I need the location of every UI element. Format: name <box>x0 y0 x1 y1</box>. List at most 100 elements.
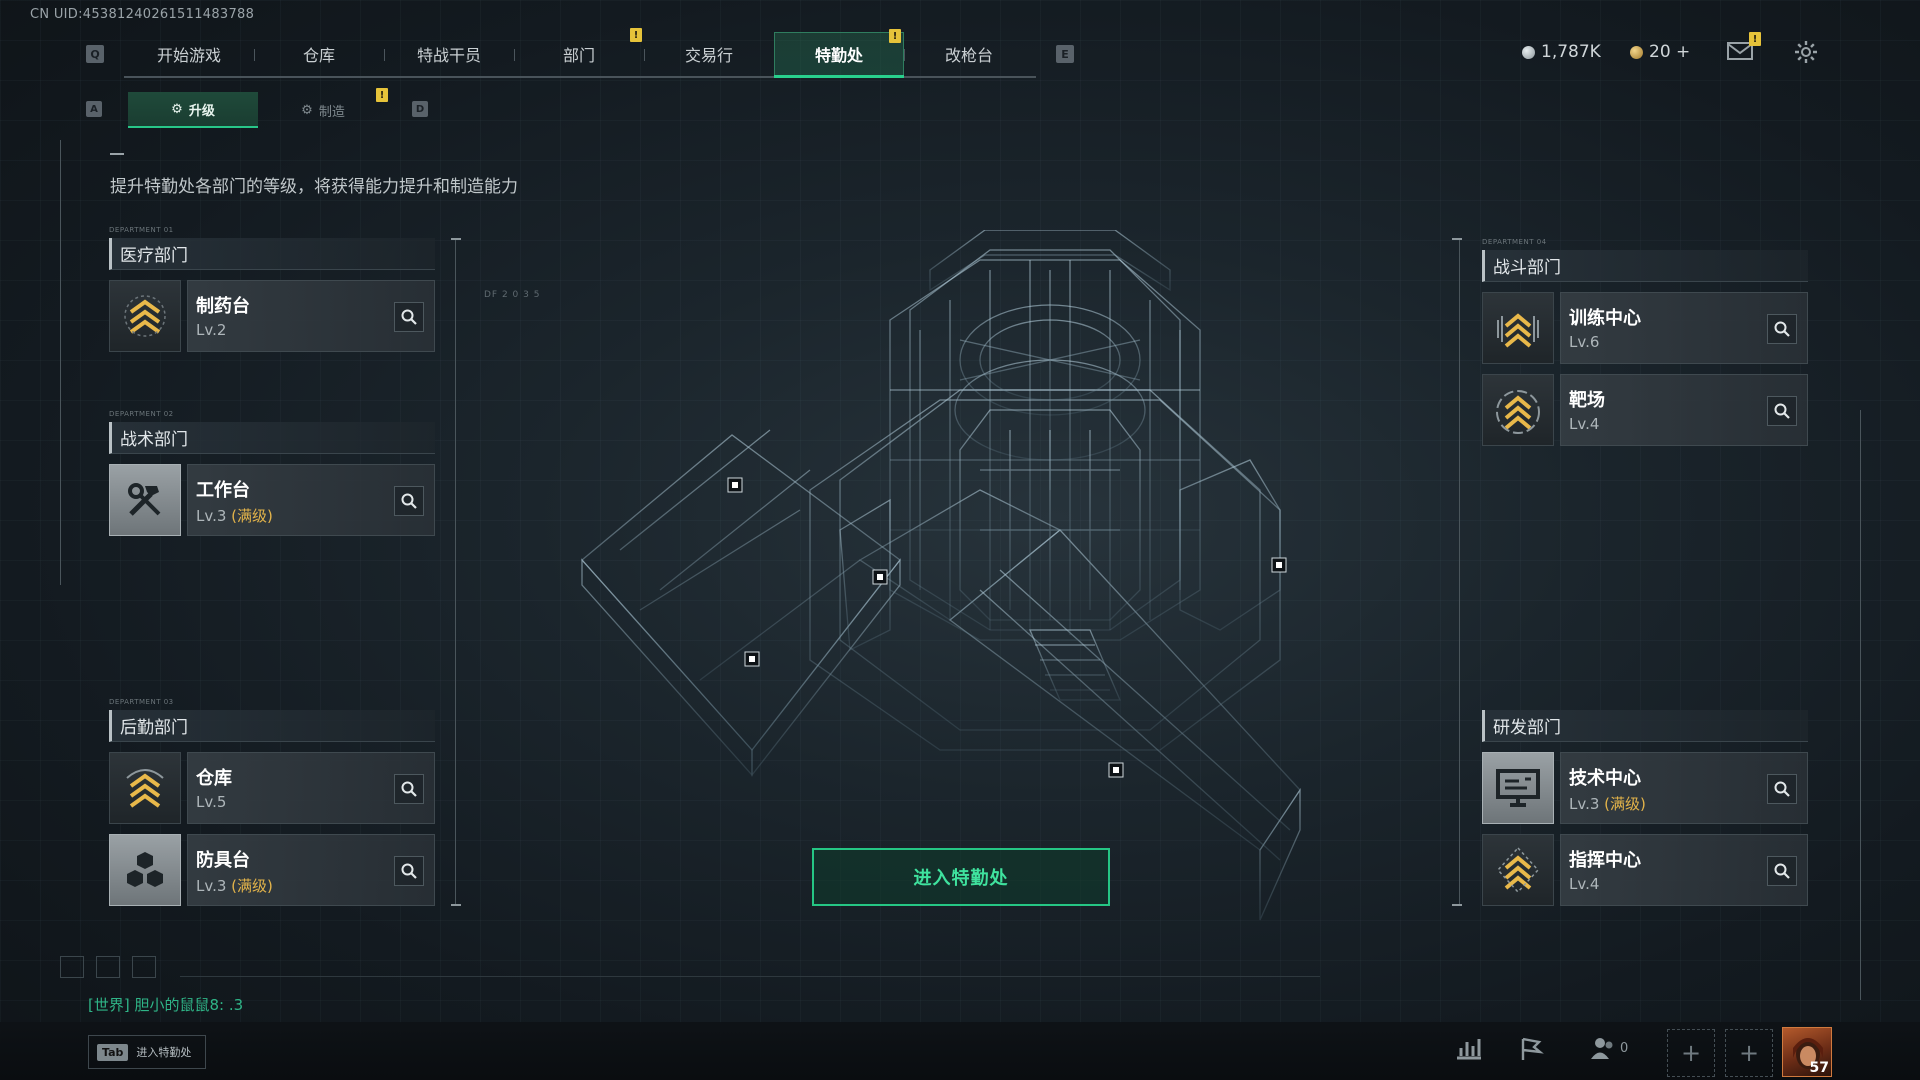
facility-armor-bench[interactable]: 防具台 Lv.3 (满级) <box>109 834 435 906</box>
search-icon[interactable] <box>1767 774 1797 804</box>
search-icon[interactable] <box>394 486 424 516</box>
max-level-badge: (满级) <box>231 877 273 895</box>
facility-tech-center[interactable]: 技术中心 Lv.3 (满级) <box>1482 752 1808 824</box>
search-icon[interactable] <box>394 856 424 886</box>
facility-name: 训练中心 <box>1569 308 1641 329</box>
frame-line-left <box>455 238 456 906</box>
player-level: 57 <box>1809 1060 1829 1076</box>
department-logistics: DEPARTMENT 03 后勤部门 仓库 Lv.5 防具台 Lv.3 (满级) <box>109 698 435 906</box>
level-value: Lv.3 <box>196 507 227 525</box>
facility-command-center[interactable]: 指挥中心 Lv.4 <box>1482 834 1808 906</box>
search-icon[interactable] <box>1767 314 1797 344</box>
decor-box <box>96 956 120 978</box>
tab-gunsmith[interactable]: 改枪台 <box>904 32 1034 76</box>
silver-coin-icon <box>1522 45 1535 59</box>
level-value: Lv.4 <box>1569 415 1600 433</box>
party-slot-add-button[interactable]: + <box>1667 1029 1715 1077</box>
craft-gear-icon: ⚙ <box>301 102 313 118</box>
page-description: 提升特勤处各部门的等级，将获得能力提升和制造能力 <box>110 177 518 197</box>
facility-name: 靶场 <box>1569 390 1605 411</box>
frame-tick <box>1452 904 1462 906</box>
stats-chart-icon[interactable] <box>1455 1036 1483 1060</box>
facility-name: 防具台 <box>196 850 250 871</box>
department-tactical: DEPARTMENT 02 战术部门 工作台 Lv.3 (满级) <box>109 410 435 536</box>
level-value: Lv.5 <box>196 793 227 811</box>
level-value: Lv.4 <box>1569 875 1600 893</box>
chat-message[interactable]: [世界] 胆小的鼠鼠8: .3 <box>88 994 243 1015</box>
subtab-label: 制造 <box>318 104 345 120</box>
department-title: 战斗部门 <box>1482 250 1808 282</box>
player-avatar[interactable]: 57 <box>1782 1027 1832 1077</box>
decor-box <box>132 956 156 978</box>
facility-level: Lv.4 <box>1569 875 1599 893</box>
tab-start-game[interactable]: 开始游戏 <box>124 32 254 76</box>
facility-level: Lv.3 (满级) <box>1569 793 1646 814</box>
tab-department[interactable]: 部门 ! <box>514 28 644 76</box>
facility-warehouse[interactable]: 仓库 Lv.5 <box>109 752 435 824</box>
settings-gear-icon[interactable] <box>1794 40 1818 68</box>
department-title: 后勤部门 <box>109 710 435 742</box>
tab-warehouse[interactable]: 仓库 <box>254 32 384 76</box>
subtab-upgrade[interactable]: ⚙ 升级 <box>128 92 258 128</box>
subtab-label: 升级 <box>188 103 215 119</box>
enter-special-ops-button[interactable]: 进入特勤处 <box>812 848 1110 906</box>
alert-badge: ! <box>376 88 388 102</box>
divider <box>180 976 1320 977</box>
search-icon[interactable] <box>1767 856 1797 886</box>
facility-card[interactable]: 制药台 Lv.2 <box>187 280 435 352</box>
party-slot-add-button[interactable]: + <box>1725 1029 1773 1077</box>
department-tag: DEPARTMENT 02 <box>109 410 174 418</box>
facility-card[interactable]: 靶场 Lv.4 <box>1560 374 1808 446</box>
tab-key-hint[interactable]: Tab 进入特勤处 <box>88 1035 206 1069</box>
facility-card[interactable]: 仓库 Lv.5 <box>187 752 435 824</box>
max-level-badge: (满级) <box>1604 795 1646 813</box>
tab-trading[interactable]: 交易行 <box>644 32 774 76</box>
facility-card[interactable]: 工作台 Lv.3 (满级) <box>187 464 435 536</box>
top-navigation: Q 开始游戏 仓库 特战干员 部门 ! 交易行 特勤处 ! 改枪台 E <box>86 28 1082 78</box>
hammer-wrench-icon <box>109 464 181 536</box>
facility-pharmacy[interactable]: 制药台 Lv.2 <box>109 280 435 352</box>
search-icon[interactable] <box>394 302 424 332</box>
department-title: 医疗部门 <box>109 238 435 270</box>
tab-label: 开始游戏 <box>156 46 221 65</box>
mail-icon[interactable]: ! <box>1727 32 1761 65</box>
facility-name: 技术中心 <box>1569 768 1641 789</box>
search-icon[interactable] <box>394 774 424 804</box>
search-icon[interactable] <box>1767 396 1797 426</box>
frame-tick <box>1452 238 1462 240</box>
alert-badge: ! <box>1749 32 1761 46</box>
rank-chevron-icon <box>109 280 181 352</box>
subtab-prev-key-hint[interactable]: A <box>86 101 102 117</box>
tab-operators[interactable]: 特战干员 <box>384 32 514 76</box>
level-value: Lv.6 <box>1569 333 1600 351</box>
gold-coin-icon <box>1630 45 1643 59</box>
facility-card[interactable]: 训练中心 Lv.6 <box>1560 292 1808 364</box>
friends-icon[interactable]: 0 <box>1590 1036 1628 1060</box>
upgrade-gear-icon: ⚙ <box>171 101 183 117</box>
tab-special-ops[interactable]: 特勤处 ! <box>774 29 904 78</box>
facility-card[interactable]: 防具台 Lv.3 (满级) <box>187 834 435 906</box>
nav-prev-key-hint[interactable]: Q <box>86 45 104 63</box>
facility-level: Lv.2 <box>196 321 226 339</box>
nav-next-key-hint[interactable]: E <box>1056 45 1074 63</box>
decor-box <box>60 956 84 978</box>
facility-workbench[interactable]: 工作台 Lv.3 (满级) <box>109 464 435 536</box>
department-tag: DEPARTMENT 04 <box>1482 238 1547 246</box>
currency-secondary[interactable]: 20 + <box>1630 42 1690 62</box>
subtab-craft[interactable]: ⚙ 制造 ! <box>258 88 388 128</box>
subtab-next-key-hint[interactable]: D <box>412 101 428 117</box>
facility-shooting-range[interactable]: 靶场 Lv.4 <box>1482 374 1808 446</box>
tab-label: 改枪台 <box>944 46 993 65</box>
tab-label: 仓库 <box>302 46 335 65</box>
facility-name: 制药台 <box>196 296 250 317</box>
department-research: 研发部门 技术中心 Lv.3 (满级) 指挥中心 Lv.4 <box>1482 710 1808 906</box>
facility-card[interactable]: 指挥中心 Lv.4 <box>1560 834 1808 906</box>
flag-icon[interactable] <box>1518 1036 1544 1062</box>
department-combat: DEPARTMENT 04 战斗部门 训练中心 Lv.6 靶场 Lv.4 <box>1482 238 1808 446</box>
bottom-bar <box>0 1022 1920 1080</box>
facility-card[interactable]: 技术中心 Lv.3 (满级) <box>1560 752 1808 824</box>
facility-training-center[interactable]: 训练中心 Lv.6 <box>1482 292 1808 364</box>
facility-level: Lv.4 <box>1569 415 1599 433</box>
rank-chevron-icon <box>1482 834 1554 906</box>
department-medical: DEPARTMENT 01 医疗部门 制药台 Lv.2 <box>109 226 435 352</box>
